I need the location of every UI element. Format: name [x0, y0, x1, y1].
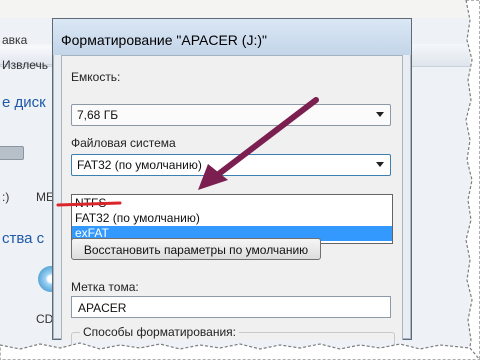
- torn-edge-frame: [0, 0, 480, 360]
- torn-edge-bottom: [0, 342, 480, 360]
- torn-edge-right: [465, 0, 480, 360]
